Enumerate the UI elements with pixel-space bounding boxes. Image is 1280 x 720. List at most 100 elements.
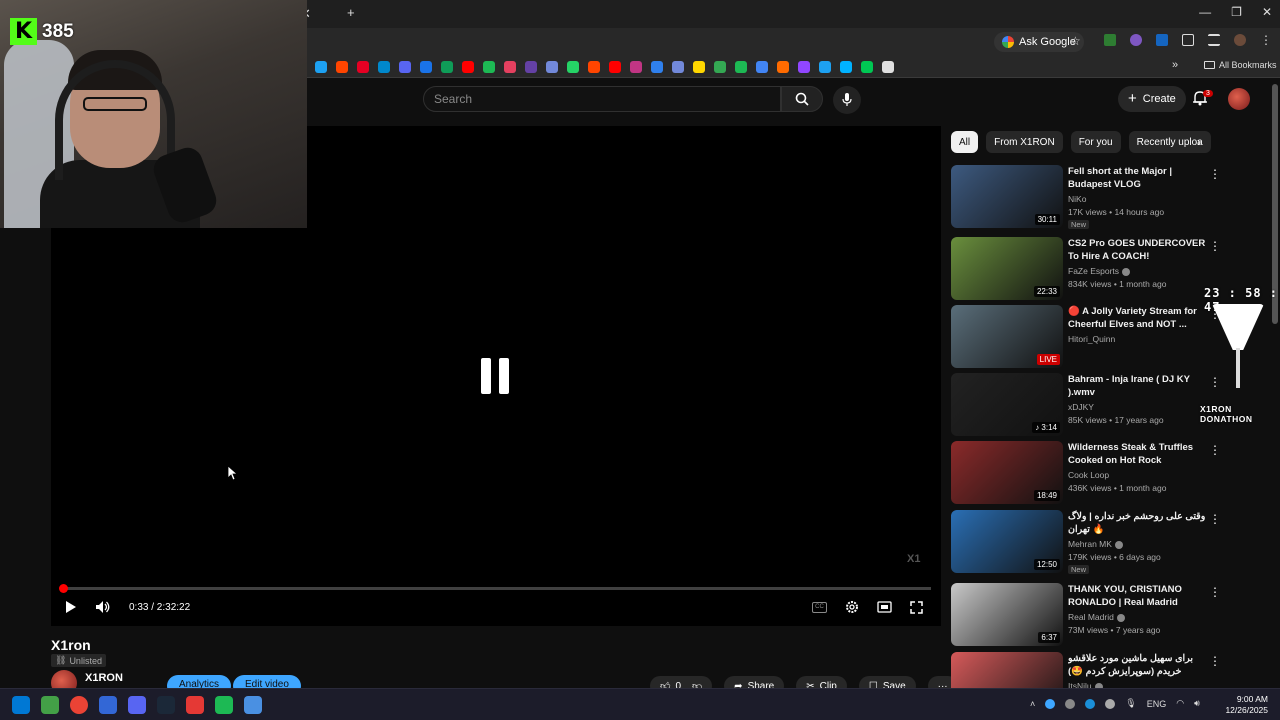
more-options-icon[interactable]: ⋮ (1209, 654, 1221, 668)
chevron-up-icon[interactable]: ˄ (1030, 699, 1035, 709)
voice-search-button[interactable] (833, 86, 861, 114)
progress-bar[interactable] (61, 587, 931, 590)
bookmark-favicon-icon[interactable] (798, 61, 810, 73)
all-bookmarks-button[interactable]: All Bookmarks (1204, 60, 1277, 70)
bookmark-favicon-icon[interactable] (651, 61, 663, 73)
taskbar-app-icon[interactable] (70, 696, 88, 714)
bookmark-favicon-icon[interactable] (504, 61, 516, 73)
bookmark-favicon-icon[interactable] (588, 61, 600, 73)
recommendation-item[interactable]: LIVE 🔴 A Jolly Variety Stream for Cheerfu… (951, 305, 1226, 369)
channel-name[interactable]: X1RON (85, 672, 123, 684)
microphone-tray-icon[interactable]: 🎙︎ (1125, 698, 1136, 709)
video-thumbnail[interactable]: ♪ 3:14 (951, 373, 1063, 436)
language-indicator[interactable]: ENG (1147, 699, 1167, 709)
bookmark-favicon-icon[interactable] (756, 61, 768, 73)
theater-mode-icon[interactable] (877, 601, 892, 613)
close-window-button[interactable]: ✕ (1262, 5, 1272, 19)
bookmark-favicon-icon[interactable] (483, 61, 495, 73)
pause-icon[interactable] (481, 358, 509, 394)
recommendation-channel[interactable]: NiKo (1068, 194, 1086, 204)
volume-icon[interactable] (95, 600, 111, 614)
bookmark-favicon-icon[interactable] (861, 61, 873, 73)
recommendation-channel[interactable]: Real Madrid (1068, 612, 1125, 622)
bookmark-favicon-icon[interactable] (546, 61, 558, 73)
speaker-icon[interactable]: 🔊︎ (1194, 698, 1200, 709)
channel-watermark[interactable]: X1 (907, 553, 920, 565)
bookmark-star-icon[interactable]: ☆ (1070, 34, 1081, 48)
recommendation-title[interactable]: 🔴 A Jolly Variety Stream for Cheerful El… (1068, 305, 1208, 331)
bookmark-favicon-icon[interactable] (819, 61, 831, 73)
new-tab-button[interactable]: + (347, 5, 355, 20)
play-icon[interactable] (65, 600, 77, 614)
bookmark-favicon-icon[interactable] (735, 61, 747, 73)
tray-app-icon[interactable] (1045, 698, 1056, 709)
profile-icon[interactable] (1234, 34, 1246, 46)
taskbar-app-icon[interactable] (186, 696, 204, 714)
recommendation-item[interactable]: 18:49 Wilderness Steak & Truffles Cooked … (951, 441, 1226, 505)
chips-next-chevron-icon[interactable]: › (1197, 135, 1201, 149)
extension-icon[interactable] (1104, 34, 1116, 46)
account-avatar[interactable] (1228, 88, 1250, 110)
video-thumbnail[interactable]: 6:37 (951, 583, 1063, 646)
bookmark-favicon-icon[interactable] (315, 61, 327, 73)
video-thumbnail[interactable]: 12:50 (951, 510, 1063, 573)
subtitles-button[interactable]: CC (812, 601, 827, 613)
extension-icon[interactable] (1156, 34, 1168, 46)
video-thumbnail[interactable]: 18:49 (951, 441, 1063, 504)
search-button[interactable] (781, 86, 823, 112)
taskbar-app-icon[interactable] (99, 696, 117, 714)
chevron-right-icon[interactable]: » (1172, 59, 1178, 71)
chip-from-x1ron[interactable]: From X1RON (986, 131, 1063, 153)
minimize-button[interactable]: — (1199, 5, 1211, 19)
taskbar-app-icon[interactable] (157, 696, 175, 714)
wifi-icon[interactable]: ◠ (1176, 698, 1184, 709)
bookmark-favicon-icon[interactable] (420, 61, 432, 73)
recommendation-channel[interactable]: FaZe Esports (1068, 266, 1131, 276)
recommendation-item[interactable]: 12:50 وقتی علی روحشم خبر نداره | ولاگ تهر… (951, 510, 1226, 574)
video-thumbnail[interactable]: LIVE (951, 305, 1063, 368)
kebab-menu-icon[interactable]: ⋮ (1260, 34, 1272, 46)
taskbar-app-icon[interactable] (215, 696, 233, 714)
more-options-icon[interactable]: ⋮ (1209, 167, 1221, 181)
taskbar-app-icon[interactable] (41, 696, 59, 714)
bookmark-favicon-icon[interactable] (567, 61, 579, 73)
restore-button[interactable]: ❐ (1231, 5, 1242, 19)
bookmark-favicon-icon[interactable] (840, 61, 852, 73)
taskbar-app-icon[interactable] (244, 696, 262, 714)
headphones-icon[interactable] (1065, 698, 1076, 709)
more-options-icon[interactable]: ⋮ (1209, 585, 1221, 599)
search-input[interactable]: Search (423, 86, 781, 112)
bookmark-favicon-icon[interactable] (777, 61, 789, 73)
recommendation-title[interactable]: Fell short at the Major | Budapest VLOG (1068, 165, 1208, 191)
bookmark-favicon-icon[interactable] (378, 61, 390, 73)
more-options-icon[interactable]: ⋮ (1209, 443, 1221, 457)
recommendation-item[interactable]: 30:11 Fell short at the Major | Budapest … (951, 165, 1226, 229)
recommendation-title[interactable]: THANK YOU, CRISTIANO RONALDO | Real Madr… (1068, 583, 1208, 609)
windows-start-icon[interactable] (12, 696, 30, 714)
fullscreen-icon[interactable] (910, 600, 923, 614)
recommendation-title[interactable]: Bahram - Inja Irane ( DJ KY ).wmv (1068, 373, 1208, 399)
bookmark-favicon-icon[interactable] (882, 61, 894, 73)
more-options-icon[interactable]: ⋮ (1209, 239, 1221, 253)
bookmark-favicon-icon[interactable] (630, 61, 642, 73)
steam-tray-icon[interactable] (1085, 698, 1096, 709)
puzzle-icon[interactable] (1182, 34, 1194, 46)
taskbar-app-icon[interactable] (128, 696, 146, 714)
video-thumbnail[interactable]: 30:11 (951, 165, 1063, 228)
create-button[interactable]: + Create (1118, 86, 1186, 112)
recommendation-channel[interactable]: Mehran MK (1068, 539, 1123, 549)
system-clock[interactable]: 9:00 AM 12/26/2025 (1222, 694, 1268, 716)
extension-icon[interactable] (1130, 34, 1142, 46)
bookmark-favicon-icon[interactable] (441, 61, 453, 73)
bookmark-favicon-icon[interactable] (357, 61, 369, 73)
recommendation-title[interactable]: CS2 Pro GOES UNDERCOVER To Hire A COACH! (1068, 237, 1208, 263)
recommendation-channel[interactable]: Cook Loop (1068, 470, 1109, 480)
recommendation-item[interactable]: 22:33 CS2 Pro GOES UNDERCOVER To Hire A C… (951, 237, 1226, 301)
video-thumbnail[interactable]: 22:33 (951, 237, 1063, 300)
recommendation-channel[interactable]: xDJKY (1068, 402, 1094, 412)
bookmark-favicon-icon[interactable] (714, 61, 726, 73)
recommendation-item[interactable]: 6:37 THANK YOU, CRISTIANO RONALDO | Real … (951, 583, 1226, 647)
progress-scrubber[interactable] (59, 584, 68, 593)
recommendation-item[interactable]: ♪ 3:14 Bahram - Inja Irane ( DJ KY ).wmv x… (951, 373, 1226, 437)
bookmark-favicon-icon[interactable] (609, 61, 621, 73)
